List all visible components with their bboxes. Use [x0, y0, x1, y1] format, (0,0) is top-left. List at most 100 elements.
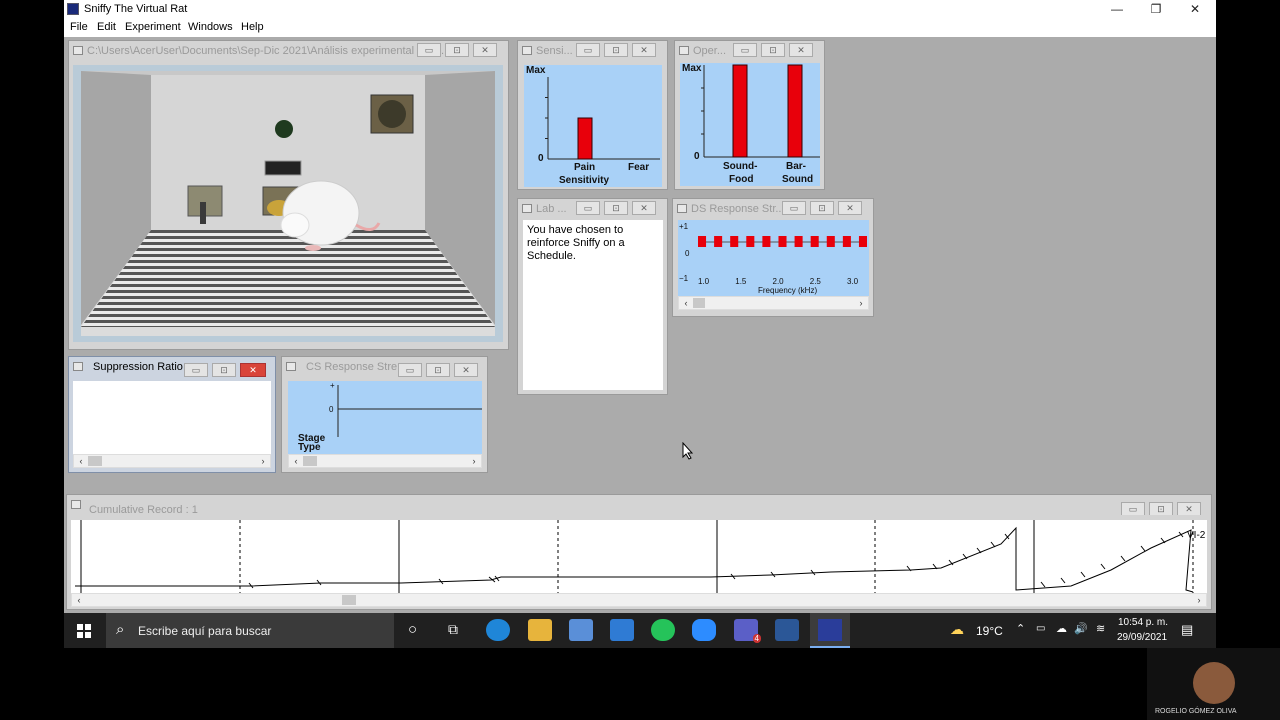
- maximize-icon[interactable]: ⊡: [1149, 502, 1173, 515]
- window-icon: [73, 46, 83, 55]
- maximize-icon[interactable]: ⊡: [445, 43, 469, 57]
- minimize-icon[interactable]: ▭: [576, 43, 600, 57]
- whatsapp-icon[interactable]: [651, 619, 675, 641]
- ds-bar: [730, 236, 739, 247]
- cs-response-window: CS Response Stre... ▭ ⊡ ✕ + 0 Stage Type…: [281, 356, 488, 473]
- bar-bar-sound: [787, 64, 803, 158]
- minimize-icon[interactable]: ▭: [782, 201, 806, 215]
- cortana-icon[interactable]: ○: [408, 621, 417, 638]
- volume-icon[interactable]: 🔊: [1074, 622, 1088, 635]
- ds-horizontal-scrollbar[interactable]: ‹ ›: [678, 296, 869, 310]
- bar-label-bar-sound-2: Sound: [782, 174, 814, 185]
- clock-date[interactable]: 29/09/2021: [1117, 632, 1167, 643]
- restore-button[interactable]: ❐: [1136, 1, 1176, 17]
- ds-bar: [842, 236, 851, 247]
- participant-name: ROGELIO GÓMEZ OLIVA: [1155, 708, 1237, 715]
- menu-file[interactable]: File: [70, 21, 88, 33]
- scrollbar-thumb[interactable]: [303, 456, 317, 466]
- notifications-icon[interactable]: ▤: [1181, 622, 1193, 638]
- minimize-button[interactable]: —: [1097, 1, 1137, 17]
- chamber-window-titlebar: C:\Users\AcerUser\Documents\Sep-Dic 2021…: [69, 41, 508, 61]
- bar-label-pain: Pain: [574, 162, 596, 173]
- type-label: Type: [298, 442, 321, 453]
- minimize-icon[interactable]: ▭: [576, 201, 600, 215]
- sensitivity-chart-panel: Max 0 Pain Fear Sensitivity: [524, 65, 662, 187]
- word-icon[interactable]: [775, 619, 799, 641]
- windows-start-icon[interactable]: [77, 624, 91, 638]
- minimize-icon[interactable]: ▭: [1121, 502, 1145, 515]
- battery-icon[interactable]: ▭: [1036, 623, 1045, 634]
- scrollbar-thumb[interactable]: [342, 595, 356, 605]
- edge-icon[interactable]: [486, 619, 510, 641]
- menu-help[interactable]: Help: [241, 21, 264, 33]
- weather-icon[interactable]: ☁: [950, 621, 964, 638]
- close-icon[interactable]: ✕: [838, 201, 862, 215]
- maximize-icon[interactable]: ⊡: [426, 363, 450, 377]
- maximize-icon[interactable]: ⊡: [761, 43, 785, 57]
- minimize-icon[interactable]: ▭: [733, 43, 757, 57]
- operant-chart-panel: Max 0 Sound- Food Bar- Sound: [680, 63, 820, 186]
- close-icon[interactable]: ✕: [1177, 502, 1201, 515]
- ds-chart: 1.0 1.5 2.0 2.5 3.0: [698, 236, 867, 286]
- maximize-icon[interactable]: ⊡: [604, 43, 628, 57]
- window-icon: [286, 362, 296, 371]
- lab-window-titlebar: Lab ... ▭ ⊡ ✕: [518, 199, 667, 219]
- close-icon[interactable]: ✕: [240, 363, 266, 377]
- scroll-right-icon[interactable]: ›: [855, 297, 867, 309]
- menu-experiment[interactable]: Experiment: [125, 21, 181, 33]
- menu-edit[interactable]: Edit: [97, 21, 116, 33]
- scrollbar-thumb[interactable]: [88, 456, 102, 466]
- chevron-up-icon[interactable]: ⌃: [1016, 622, 1025, 635]
- wifi-icon[interactable]: ≋: [1096, 622, 1105, 635]
- sniffy-taskbar-button[interactable]: [810, 613, 850, 648]
- scroll-right-icon[interactable]: ›: [468, 455, 480, 467]
- cumulative-record-plot: [75, 520, 1194, 593]
- close-icon[interactable]: ✕: [632, 43, 656, 57]
- x-tick-label: 2.0: [773, 277, 785, 286]
- suppression-horizontal-scrollbar[interactable]: ‹ ›: [73, 454, 271, 468]
- store-icon[interactable]: [569, 619, 593, 641]
- temperature-text[interactable]: 19°C: [976, 624, 1003, 638]
- cumulative-horizontal-scrollbar[interactable]: ‹ ›: [71, 593, 1207, 607]
- suppression-window-titlebar: Suppression Ratio ▭ ⊡ ✕: [69, 357, 275, 377]
- window-icon: [522, 46, 532, 55]
- file-explorer-icon[interactable]: [528, 619, 552, 641]
- close-icon[interactable]: ✕: [632, 201, 656, 215]
- scroll-left-icon[interactable]: ‹: [73, 594, 85, 606]
- minimize-icon[interactable]: ▭: [398, 363, 422, 377]
- app-titlebar: Sniffy The Virtual Rat — ❐ ✕: [64, 0, 1216, 18]
- window-icon: [73, 362, 83, 371]
- suppression-ratio-chart: [73, 381, 271, 454]
- desktop: Sniffy The Virtual Rat — ❐ ✕ File Edit E…: [64, 0, 1216, 648]
- maximize-icon[interactable]: ⊡: [810, 201, 834, 215]
- ds-bar: [858, 236, 867, 247]
- scroll-right-icon[interactable]: ›: [257, 455, 269, 467]
- close-icon[interactable]: ✕: [789, 43, 813, 57]
- close-icon[interactable]: ✕: [454, 363, 478, 377]
- taskbar-search-box[interactable]: ⌕ Escribe aquí para buscar: [106, 613, 394, 648]
- ds-bar: [794, 236, 803, 247]
- cumulative-window-title: Cumulative Record : 1: [89, 504, 198, 515]
- clock-time[interactable]: 10:54 p. m.: [1118, 617, 1168, 628]
- minimize-icon[interactable]: ▭: [184, 363, 208, 377]
- close-button[interactable]: ✕: [1175, 1, 1215, 17]
- scroll-left-icon[interactable]: ‹: [75, 455, 87, 467]
- close-icon[interactable]: ✕: [473, 43, 497, 57]
- scroll-right-icon[interactable]: ›: [1193, 594, 1205, 606]
- bar-sound-food: [732, 64, 748, 158]
- cs-horizontal-scrollbar[interactable]: ‹ ›: [288, 454, 482, 468]
- task-view-icon[interactable]: ⧉: [448, 621, 458, 638]
- menu-windows[interactable]: Windows: [188, 21, 233, 33]
- sensitivity-window-title: Sensi...: [536, 45, 573, 57]
- zoom-icon[interactable]: [692, 619, 716, 641]
- scrollbar-thumb[interactable]: [693, 298, 705, 308]
- scroll-left-icon[interactable]: ‹: [680, 297, 692, 309]
- onedrive-icon[interactable]: ☁: [1056, 622, 1067, 635]
- mail-icon[interactable]: [610, 619, 634, 641]
- maximize-icon[interactable]: ⊡: [212, 363, 236, 377]
- maximize-icon[interactable]: ⊡: [604, 201, 628, 215]
- teams-icon[interactable]: 4: [734, 619, 761, 643]
- teams-badge: 4: [752, 634, 761, 643]
- scroll-left-icon[interactable]: ‹: [290, 455, 302, 467]
- minimize-icon[interactable]: ▭: [417, 43, 441, 57]
